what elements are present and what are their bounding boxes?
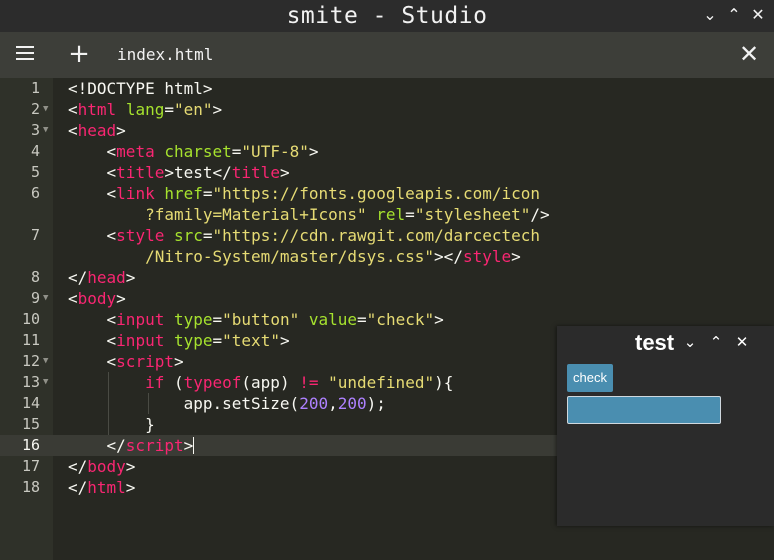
code-text: <body> [68,289,126,308]
fold-arrow-icon[interactable]: ▼ [43,120,51,141]
new-file-plus-icon[interactable]: + [68,32,90,78]
line-number: 1 [30,79,40,97]
code-line-wrap: ?family=Material+Icons" rel="stylesheet"… [0,204,774,225]
close-tab-icon[interactable]: ✕ [738,32,760,78]
tab-index-html[interactable]: index.html [117,32,213,78]
line-number: 9 [30,289,40,307]
code-line: 8 </head> [0,267,774,288]
line-number: 10 [21,310,40,328]
code-line: 1 <!DOCTYPE html> [0,78,774,99]
line-number: 7 [30,226,40,244]
fold-arrow-icon[interactable]: ▼ [43,351,51,372]
line-number: 13 [21,373,40,391]
code-text: <!DOCTYPE html> [68,79,213,98]
code-text: <title>test</title> [106,163,290,182]
code-line: 5 <title>test</title> [0,162,774,183]
line-number: 5 [30,163,40,181]
maximize-chevron-up-icon[interactable]: ⌃ [724,4,744,26]
preview-minimize-chevron-down-icon[interactable]: ⌄ [681,330,699,354]
preview-title: test [635,330,675,355]
code-line: 2 ▼ <html lang="en"> [0,99,774,120]
line-number: 4 [30,142,40,160]
line-number: 14 [21,394,40,412]
code-text: <link href="https://fonts.googleapis.com… [106,184,541,203]
fold-arrow-icon[interactable]: ▼ [43,372,51,393]
code-text: </head> [68,268,136,287]
code-line-wrap: /Nitro-System/master/dsys.css"></style> [0,246,774,267]
code-line: 9 ▼ <body> [0,288,774,309]
preview-text-input[interactable] [567,396,721,424]
fold-arrow-icon[interactable]: ▼ [43,99,51,120]
line-number: 8 [30,268,40,286]
editor-toolbar: + index.html ✕ [0,32,774,78]
window-close-icon[interactable]: ✕ [748,4,768,26]
line-number: 12 [21,352,40,370]
code-text: <style src="https://cdn.rawgit.com/darce… [106,226,541,245]
check-button[interactable]: check [567,364,613,392]
line-number: 15 [21,415,40,433]
line-number: 17 [21,457,40,475]
preview-maximize-chevron-up-icon[interactable]: ⌃ [707,330,725,354]
code-text: ?family=Material+Icons" rel="stylesheet"… [145,205,550,224]
fold-arrow-icon[interactable]: ▼ [43,288,51,309]
code-line: 6 <link href="https://fonts.googleapis.c… [0,183,774,204]
minimize-chevron-down-icon[interactable]: ⌄ [700,4,720,26]
preview-close-icon[interactable]: ✕ [733,330,751,354]
code-line: 3 ▼ <head> [0,120,774,141]
code-line: 4 <meta charset="UTF-8"> [0,141,774,162]
line-number: 6 [30,184,40,202]
window-titlebar: smite - Studio ⌄ ⌃ ✕ [0,0,774,32]
code-text: <meta charset="UTF-8"> [106,142,319,161]
text-cursor [193,437,195,454]
line-number: 3 [30,121,40,139]
line-number: 16 [21,436,40,454]
code-text: <head> [68,121,126,140]
code-text: /Nitro-System/master/dsys.css"></style> [145,247,521,266]
code-text: <html lang="en"> [68,100,223,119]
line-number: 18 [21,478,40,496]
line-number: 2 [30,100,40,118]
code-line: 7 <style src="https://cdn.rawgit.com/dar… [0,225,774,246]
hamburger-menu-icon[interactable] [14,32,38,78]
preview-window[interactable]: test ⌄ ⌃ ✕ check [557,326,774,526]
line-number: 11 [21,331,40,349]
window-title: smite - Studio [286,3,488,29]
